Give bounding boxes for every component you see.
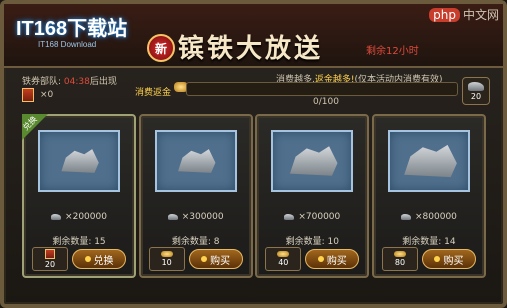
price-value: 10 bbox=[161, 258, 172, 267]
coin-icon bbox=[160, 251, 173, 257]
token-icon bbox=[45, 249, 55, 259]
remaining-quantity: 剩余数量: 14 bbox=[402, 237, 456, 247]
offer-actions: 80 购买 bbox=[381, 247, 476, 271]
button-label: 购买 bbox=[443, 255, 464, 267]
button-icon bbox=[201, 256, 208, 262]
price-value: 80 bbox=[394, 258, 406, 267]
lineup-count: 04:38 bbox=[63, 77, 90, 87]
remaining-quantity: 剩余数量: 10 bbox=[285, 237, 339, 247]
button-icon bbox=[84, 256, 91, 262]
lineup-suffix: 后出现 bbox=[89, 77, 117, 87]
ore-amount-value: ×800000 bbox=[415, 212, 457, 222]
ore-small-icon bbox=[401, 213, 412, 220]
ore-amount: ×700000 bbox=[257, 212, 367, 222]
buy-button[interactable]: 购买 bbox=[305, 249, 360, 269]
price-tag: 10 bbox=[148, 247, 185, 271]
ore-icon bbox=[404, 144, 457, 178]
remaining-quantity: 剩余数量: 8 bbox=[171, 237, 220, 247]
new-badge-text: 新 bbox=[154, 41, 167, 56]
lineup-label: 铁券部队: bbox=[22, 77, 64, 87]
rebate-reward[interactable]: 20 bbox=[462, 77, 490, 105]
site-logo: IT168下载站 IT168 Download bbox=[10, 6, 160, 58]
watermark: php 中文网 bbox=[429, 6, 499, 23]
ore-image bbox=[154, 130, 237, 192]
price-tag: 20 bbox=[32, 247, 68, 271]
rebate-label: 消费返金 bbox=[135, 88, 172, 98]
ore-icon bbox=[178, 149, 216, 173]
button-label: 购买 bbox=[210, 255, 231, 267]
time-remaining: 剩余12小时 bbox=[366, 46, 419, 57]
page-title: 镔铁大放送 bbox=[178, 34, 324, 64]
offer-actions: 20 兑换 bbox=[32, 247, 126, 271]
offer-actions: 10 购买 bbox=[148, 247, 243, 271]
ore-image bbox=[38, 130, 120, 192]
offer-actions: 40 购买 bbox=[265, 247, 360, 271]
exchange-button[interactable]: 兑换 bbox=[72, 249, 126, 269]
price-value: 40 bbox=[278, 258, 289, 267]
coin-icon bbox=[277, 251, 290, 257]
ore-image bbox=[387, 130, 470, 192]
ore-amount-value: ×700000 bbox=[298, 212, 341, 222]
logo-text: IT168下载站 bbox=[16, 18, 128, 40]
ore-amount: ×800000 bbox=[374, 212, 484, 222]
token-count: ×0 bbox=[40, 90, 54, 100]
token-balance: ×0 bbox=[22, 88, 53, 102]
offer-card: ×800000 剩余数量: 14 80 购买 bbox=[371, 114, 486, 278]
ore-icon bbox=[468, 81, 484, 91]
logo-sub: IT168 Download bbox=[38, 40, 97, 49]
remaining-quantity: 剩余数量: 15 bbox=[52, 237, 106, 247]
ore-small-icon bbox=[51, 213, 62, 220]
watermark-brand: php bbox=[429, 8, 460, 22]
watermark-text: 中文网 bbox=[462, 8, 499, 22]
offer-card: ×300000 剩余数量: 8 10 购买 bbox=[138, 114, 253, 278]
rebate-reward-count: 20 bbox=[470, 91, 482, 101]
button-icon bbox=[317, 256, 324, 262]
lineup-status: 铁券部队: 04:38后出现 bbox=[22, 74, 117, 87]
ore-icon bbox=[61, 149, 99, 173]
rebate-progress-text: 0/100 bbox=[313, 97, 339, 107]
ore-amount: ×200000 bbox=[24, 212, 134, 222]
coin-icon bbox=[393, 251, 406, 257]
button-label: 兑换 bbox=[93, 255, 114, 267]
button-label: 购买 bbox=[326, 255, 347, 267]
buy-button[interactable]: 购买 bbox=[188, 249, 243, 269]
ore-amount-value: ×300000 bbox=[181, 212, 224, 222]
rebate-progress-bar bbox=[186, 82, 458, 96]
offer-card: 兑换 ×200000 剩余数量: 15 20 兑换 bbox=[21, 114, 136, 278]
ore-small-icon bbox=[284, 213, 295, 220]
buy-button[interactable]: 购买 bbox=[421, 249, 476, 269]
ore-amount-value: ×200000 bbox=[65, 212, 107, 222]
ore-image bbox=[271, 130, 354, 192]
ore-amount: ×300000 bbox=[141, 212, 251, 222]
offer-grid: 兑换 ×200000 剩余数量: 15 20 兑换 ×300000 剩余数量: … bbox=[21, 114, 486, 280]
header: IT168下载站 IT168 Download 新 镔铁大放送 剩余12小时 p… bbox=[4, 4, 503, 68]
activity-window: IT168下载站 IT168 Download 新 镔铁大放送 剩余12小时 p… bbox=[0, 0, 507, 308]
token-icon bbox=[22, 88, 34, 102]
ore-icon bbox=[289, 146, 338, 176]
price-value: 20 bbox=[44, 260, 56, 269]
price-tag: 80 bbox=[381, 247, 418, 271]
button-icon bbox=[434, 256, 441, 262]
new-badge: 新 bbox=[147, 34, 175, 62]
price-tag: 40 bbox=[265, 247, 302, 271]
offer-card: ×700000 剩余数量: 10 40 购买 bbox=[255, 114, 370, 278]
ore-small-icon bbox=[167, 213, 178, 220]
